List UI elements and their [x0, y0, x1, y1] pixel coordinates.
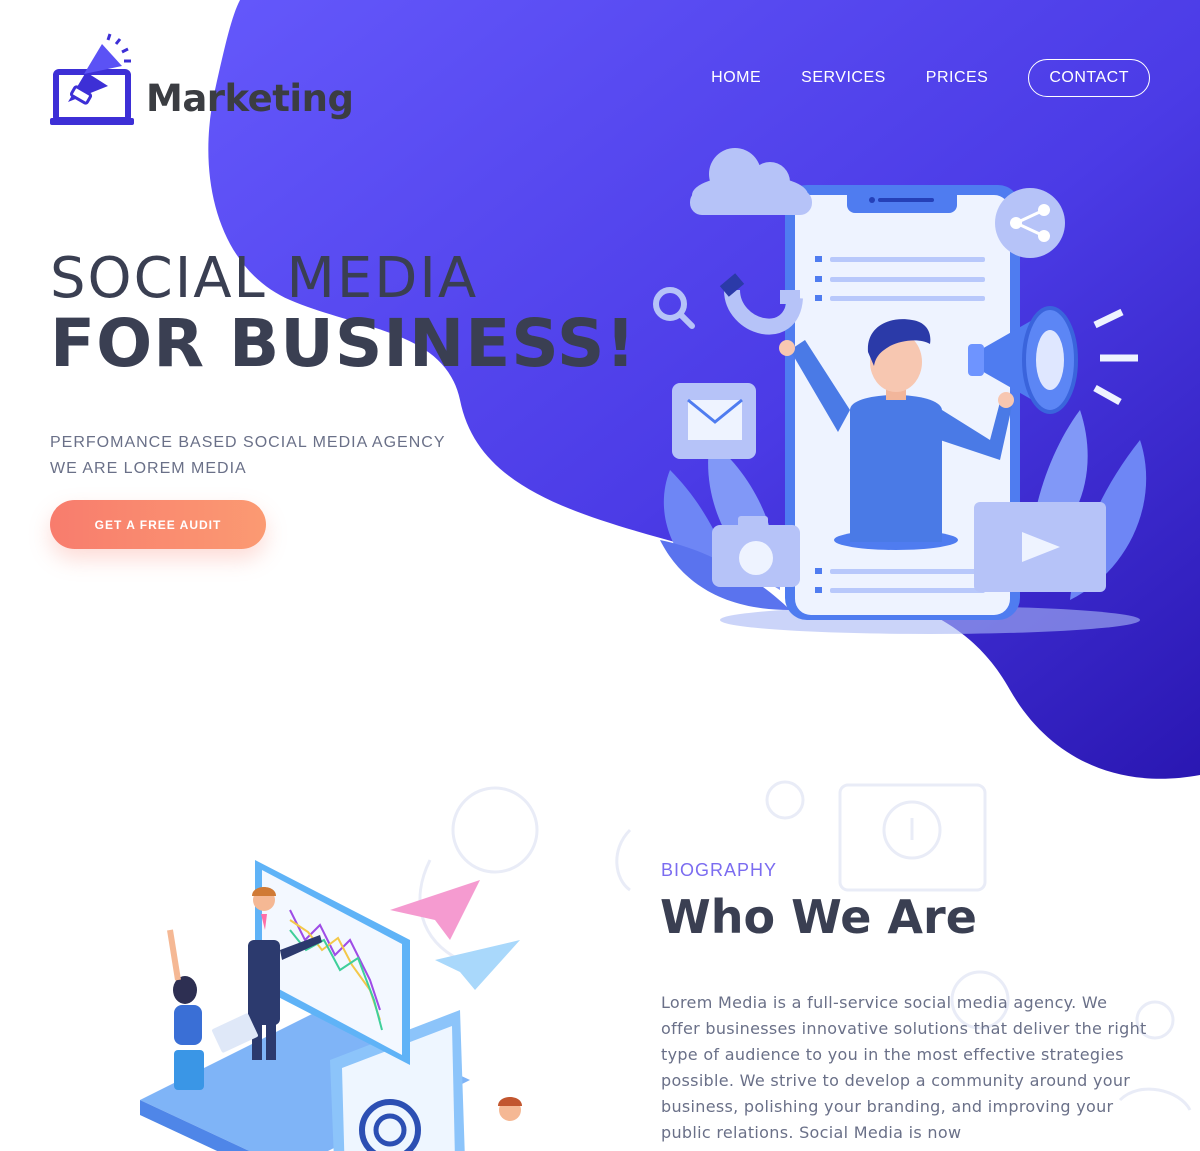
- hero-illustration: [653, 148, 1147, 634]
- hero-subtitle-line1: PERFOMANCE BASED SOCIAL MEDIA AGENCY: [50, 434, 446, 451]
- nav-prices[interactable]: PRICES: [926, 69, 989, 87]
- share-icon: [995, 188, 1065, 258]
- camera-icon: [712, 516, 800, 587]
- brand-logo[interactable]: Marketing: [50, 30, 354, 130]
- mail-icon: [672, 383, 756, 459]
- nav-contact-button[interactable]: CONTACT: [1028, 59, 1150, 97]
- section-kicker: BIOGRAPHY: [661, 860, 778, 880]
- hero-heading: SOCIAL MEDIA FOR BUSINESS!: [50, 246, 637, 382]
- section-body: Lorem Media is a full-service social med…: [661, 993, 1147, 1142]
- main-nav: HOME SERVICES PRICES CONTACT: [671, 59, 1150, 97]
- hero-subtitle-line2: WE ARE LOREM MEDIA: [50, 460, 247, 477]
- hero-title-line1: SOCIAL MEDIA: [50, 246, 479, 311]
- play-icon: [974, 502, 1106, 592]
- hero-title-line2: FOR BUSINESS!: [50, 305, 637, 382]
- section-title: Who We Are: [660, 890, 977, 944]
- search-icon: [653, 287, 695, 329]
- megaphone-laptop-icon: [50, 33, 134, 125]
- biography-illustration: [140, 860, 522, 1151]
- nav-home[interactable]: HOME: [711, 69, 761, 87]
- nav-services[interactable]: SERVICES: [801, 69, 886, 87]
- cloud-icon: [690, 148, 812, 215]
- brand-name: Marketing: [146, 76, 354, 120]
- free-audit-button[interactable]: GET A FREE AUDIT: [50, 500, 266, 549]
- hero-subtitle: PERFOMANCE BASED SOCIAL MEDIA AGENCY WE …: [50, 430, 446, 482]
